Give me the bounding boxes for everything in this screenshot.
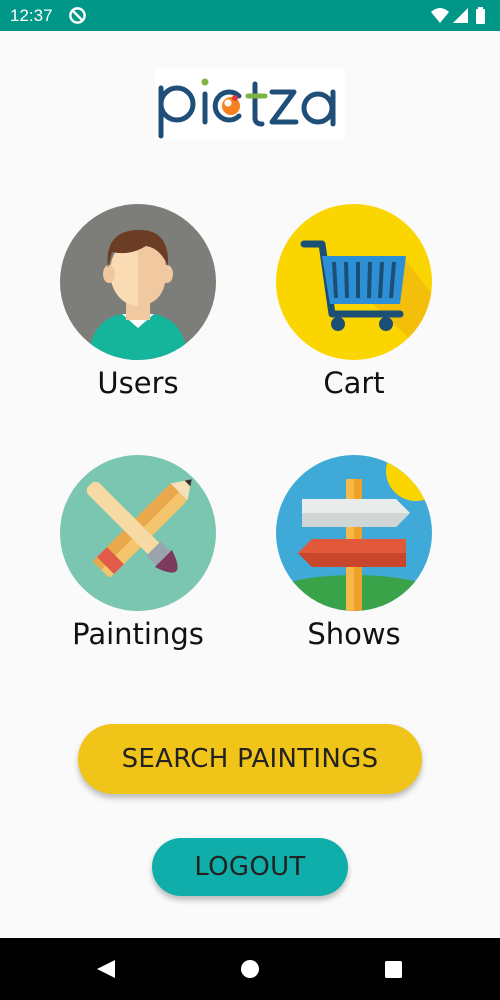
battery-icon [476,7,485,24]
users-label: Users [97,366,179,400]
cellular-signal-icon [453,8,468,23]
paintings-icon [60,455,216,611]
status-icons [431,7,485,24]
cart-tile[interactable]: Cart [274,204,434,404]
pictza-logo [155,68,345,140]
shows-label: Shows [307,617,401,651]
status-time: 12:37 [10,6,53,25]
wifi-icon [431,8,449,23]
logout-button[interactable]: LOGOUT [152,838,348,896]
paintings-tile[interactable]: Paintings [58,455,218,655]
users-icon [60,204,216,360]
status-bar: 12:37 [0,0,500,31]
search-paintings-button[interactable]: SEARCH PAINTINGS [78,724,422,794]
back-icon[interactable] [76,938,136,1000]
cart-label: Cart [323,366,385,400]
recents-icon[interactable] [364,938,424,1000]
navigation-bar [0,938,500,1000]
paintings-label: Paintings [72,617,204,651]
home-icon[interactable] [220,938,280,1000]
cart-icon [276,204,432,360]
shows-icon [276,455,432,611]
sync-disabled-icon [69,7,86,24]
shows-tile[interactable]: Shows [274,455,434,655]
users-tile[interactable]: Users [58,204,218,404]
